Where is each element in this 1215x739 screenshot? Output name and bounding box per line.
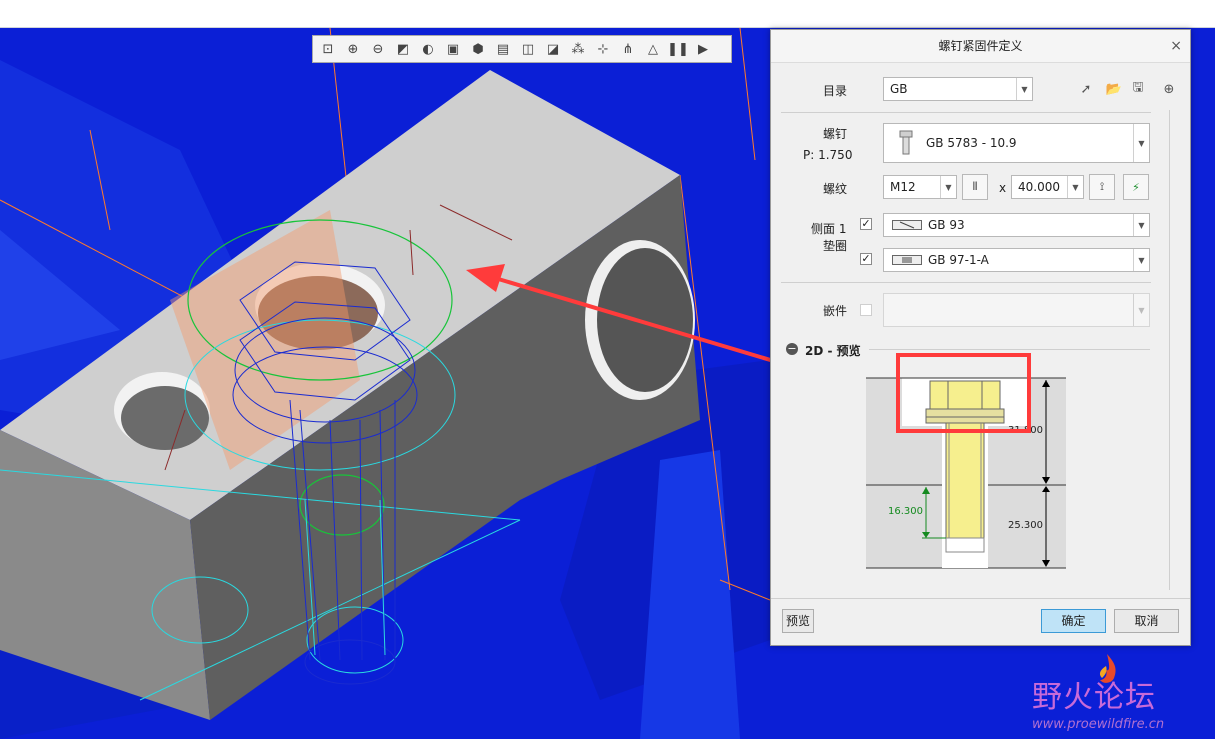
highlight-box [896,353,1031,433]
preview-section-title: 2D - 预览 [805,344,861,358]
2d-preview: 31.800 16.300 25.300 [866,353,1066,573]
add-icon[interactable]: ⊕ [1160,80,1178,98]
view-toolbar: ⊡ ⊕ ⊖ ◩ ◐ ▣ ⬢ ▤ ◫ ◪ ⁂ ⊹ ⋔ △ ❚❚ ▶ [312,35,732,63]
washer2-value: GB 97-1-A [928,253,989,267]
ok-button[interactable]: 确定 [1041,609,1106,633]
washer1-select[interactable]: GB 93 ▼ [883,213,1150,237]
chevron-down-icon: ▼ [1016,78,1032,100]
close-icon[interactable]: × [1170,30,1182,62]
thread-spec-icon[interactable]: ⦀ [962,174,988,200]
washer-icon [892,220,922,230]
thread-label: 螺纹 [823,182,848,196]
chevron-down-icon: ▼ [1133,124,1149,162]
divider [781,282,1151,283]
collapse-icon[interactable]: − [786,343,798,355]
screw-value: GB 5783 - 10.9 [926,136,1017,150]
open-folder-icon[interactable]: 📂 [1105,80,1123,98]
csys-icon[interactable]: ⋔ [617,38,639,60]
divider [781,112,1151,113]
chevron-down-icon: ▼ [940,176,956,198]
chevron-down-icon: ▼ [1133,294,1149,326]
annotation-icon[interactable]: △ [642,38,664,60]
screw-select[interactable]: GB 5783 - 10.9 ▼ [883,123,1150,163]
view-manager-icon[interactable]: ▤ [492,38,514,60]
zoom-fit-icon[interactable]: ⊡ [317,38,339,60]
chevron-down-icon: ▼ [1067,176,1083,198]
display-style-icon[interactable]: ▣ [442,38,464,60]
flat-washer-icon [892,255,922,265]
washer-label: 垫圈 [823,239,848,253]
catalog-select[interactable]: GB ▼ [883,77,1033,101]
washer2-select[interactable]: GB 97-1-A ▼ [883,248,1150,272]
repaint-icon[interactable]: ◐ [417,38,439,60]
bolt-length-icon[interactable]: ⟟ [1089,174,1115,200]
dialog-title: 螺钉紧固件定义 [771,30,1190,63]
screw-icon [899,130,913,155]
insert-checkbox[interactable] [860,304,872,316]
pause-icon[interactable]: ❚❚ [667,38,689,60]
dim-top: 16.300 [888,506,923,517]
length-select[interactable]: 40.000 ▼ [1011,175,1084,199]
zoom-in-icon[interactable]: ⊕ [342,38,364,60]
insert-label: 嵌件 [823,304,848,318]
dim-thread: 25.300 [1008,520,1043,531]
thread-size-select[interactable]: M12 ▼ [883,175,957,199]
scrollbar[interactable] [1169,110,1170,590]
watermark: 野火论坛 www.proewildfire.cn [1030,652,1215,739]
chevron-down-icon: ▼ [1133,214,1149,236]
washer2-checkbox[interactable]: ✓ [860,253,872,265]
section-icon[interactable]: ◫ [517,38,539,60]
times-label: x [999,181,1007,195]
fastener-definition-dialog: 螺钉紧固件定义 × 目录 GB ▼ ➚ 📂 🖫 ⊕ 螺钉 P: 1.750 GB… [770,29,1191,646]
catalog-label: 目录 [823,84,848,98]
select-cursor-icon[interactable]: ➚ [1077,80,1095,98]
saved-views-icon[interactable]: ⬢ [467,38,489,60]
side1-label: 侧面 1 [811,222,847,236]
auto-length-icon[interactable]: ⚡ [1123,174,1149,200]
play-icon[interactable]: ▶ [692,38,714,60]
zoom-out-icon[interactable]: ⊖ [367,38,389,60]
top-window-strip [0,0,1215,28]
chevron-down-icon: ▼ [1133,249,1149,271]
insert-select[interactable]: ▼ [883,293,1150,327]
thread-size-value: M12 [890,180,916,194]
screw-label: 螺钉 [823,127,848,141]
refit-icon[interactable]: ◩ [392,38,414,60]
washer1-value: GB 93 [928,218,965,232]
catalog-value: GB [890,82,908,96]
datum-plane-icon[interactable]: ◪ [542,38,564,60]
preview-button[interactable]: 预览 [782,609,814,633]
watermark-url: www.proewildfire.cn [1032,717,1165,732]
cancel-button[interactable]: 取消 [1114,609,1179,633]
washer1-checkbox[interactable]: ✓ [860,218,872,230]
watermark-title: 野火论坛 [1032,680,1156,715]
divider [869,349,1150,350]
divider [771,598,1190,599]
pitch-label: P: 1.750 [803,148,853,162]
save-icon[interactable]: 🖫 [1129,80,1147,98]
datum-axis-icon[interactable]: ⁂ [567,38,589,60]
datum-point-icon[interactable]: ⊹ [592,38,614,60]
length-value: 40.000 [1018,180,1060,194]
